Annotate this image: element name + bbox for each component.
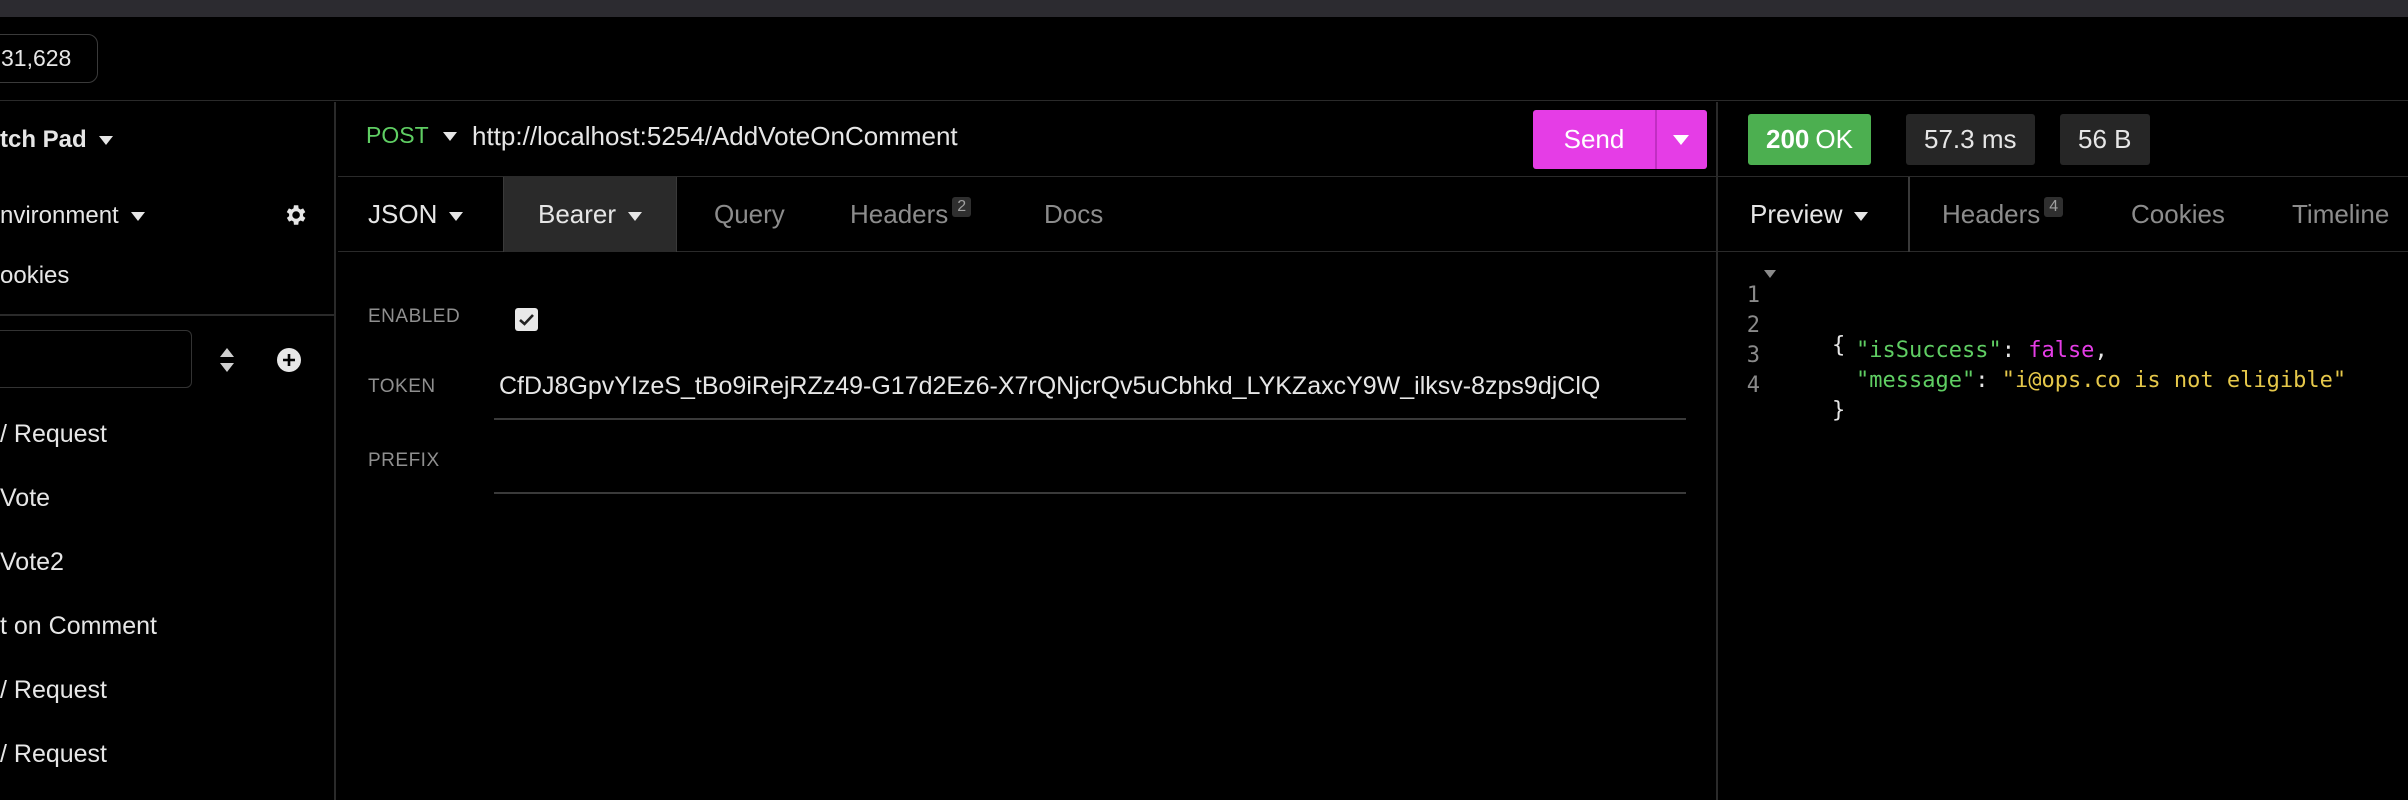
sidebar-divider xyxy=(0,314,334,316)
tab-body-label: JSON xyxy=(368,199,438,229)
tab-query[interactable]: Query xyxy=(714,177,785,252)
environment-selector[interactable]: nvironment xyxy=(0,202,145,230)
sidebar: tch Pad nvironment ookies / Request Vote… xyxy=(0,102,336,800)
headers-count-badge: 2 xyxy=(952,197,972,217)
json-key: "message" xyxy=(1856,368,1976,393)
tab-headers-label: Headers xyxy=(850,199,949,229)
status-badge: 200 OK xyxy=(1748,114,1871,165)
request-url-bar: POST http://localhost:5254/AddVoteOnComm… xyxy=(338,102,1716,177)
enabled-label: ENABLED xyxy=(368,306,461,327)
top-bar: 31,628 xyxy=(0,17,2408,101)
tab-auth-bearer[interactable]: Bearer xyxy=(503,177,678,252)
sidebar-request-item[interactable]: / Request xyxy=(0,676,107,705)
code-text: { xyxy=(1832,333,1846,358)
filter-input[interactable] xyxy=(0,330,192,388)
line-number: 4 xyxy=(1746,373,1760,398)
tab-auth-label: Bearer xyxy=(538,199,617,229)
enabled-checkbox[interactable] xyxy=(515,308,538,331)
response-tabs: Preview Headers 4 Cookies Timeline xyxy=(1718,177,2408,252)
code-line: 4 } xyxy=(1718,348,1846,423)
chevron-down-icon xyxy=(449,211,464,221)
method-selector[interactable]: POST xyxy=(366,122,457,149)
token-input[interactable]: CfDJ8GpvYIzeS_tBo9iRejRZz49-G17d2Ez6-X7r… xyxy=(499,372,1687,401)
send-button-divider xyxy=(1655,110,1657,169)
json-string: "i@ops.co is not eligible" xyxy=(2001,368,2347,393)
chevron-down-icon xyxy=(130,212,145,222)
code-line: 1 { xyxy=(1718,258,1845,358)
prefix-field-underline xyxy=(494,492,1686,494)
gear-icon[interactable] xyxy=(282,202,308,228)
workspace-name: tch Pad xyxy=(0,126,87,153)
sort-icon[interactable] xyxy=(218,346,236,374)
request-tabs: JSON Bearer Query Headers 2 Docs xyxy=(338,177,1716,252)
tab-response-headers-label: Headers xyxy=(1942,199,2041,229)
response-time-badge: 57.3 ms xyxy=(1906,114,2035,165)
url-input[interactable]: http://localhost:5254/AddVoteOnComment xyxy=(472,121,958,152)
json-boolean: false xyxy=(2028,338,2095,363)
prefix-input[interactable] xyxy=(499,446,1687,486)
cookies-link[interactable]: ookies xyxy=(0,262,69,290)
tab-preview[interactable]: Preview xyxy=(1750,177,1869,252)
prefix-label: PREFIX xyxy=(368,450,440,471)
workspace-selector[interactable]: tch Pad xyxy=(0,126,113,154)
token-field-underline xyxy=(494,418,1686,420)
tab-response-headers[interactable]: Headers 4 xyxy=(1942,177,2064,252)
json-key: "isSuccess" xyxy=(1856,338,2002,363)
checkmark-icon xyxy=(519,314,534,326)
tab-headers[interactable]: Headers 2 xyxy=(850,177,972,252)
send-options-chevron-icon[interactable] xyxy=(1673,135,1689,145)
json-comma: , xyxy=(2094,338,2108,363)
send-button[interactable]: Send xyxy=(1533,110,1655,169)
json-separator: : xyxy=(2001,338,2029,363)
tab-timeline[interactable]: Timeline xyxy=(2292,177,2389,252)
tab-body-json[interactable]: JSON xyxy=(368,177,464,252)
tab-separator xyxy=(1908,177,1910,252)
tab-preview-label: Preview xyxy=(1750,199,1843,229)
chevron-down-icon xyxy=(442,132,457,142)
status-text: OK xyxy=(1815,124,1853,154)
json-separator: : xyxy=(1975,368,2002,393)
status-code: 200 xyxy=(1766,124,1810,154)
sidebar-request-item[interactable]: / Request xyxy=(0,740,107,769)
send-button-group: Send xyxy=(1533,110,1707,169)
tab-cookies[interactable]: Cookies xyxy=(2131,177,2225,252)
code-line: 2 "isSuccess": false, xyxy=(1718,288,2108,363)
sidebar-request-item[interactable]: / Request xyxy=(0,420,107,449)
response-size-badge: 56 B xyxy=(2060,114,2150,165)
sidebar-request-item[interactable]: Vote2 xyxy=(0,548,64,577)
code-line: 3 "message": "i@ops.co is not eligible" xyxy=(1718,318,2346,393)
environment-label: nvironment xyxy=(0,202,119,229)
chevron-down-icon xyxy=(1854,211,1869,221)
star-count-pill[interactable]: 31,628 xyxy=(0,34,99,83)
method-label: POST xyxy=(366,122,429,148)
token-label: TOKEN xyxy=(368,376,436,397)
add-icon[interactable] xyxy=(276,347,302,373)
response-status-bar: 200 OK 57.3 ms 56 B xyxy=(1718,102,2408,177)
chevron-down-icon xyxy=(628,211,643,221)
response-headers-count-badge: 4 xyxy=(2044,197,2064,217)
fold-chevron-icon[interactable] xyxy=(1764,270,1776,278)
window-titlebar xyxy=(0,0,2408,17)
sidebar-request-item[interactable]: t on Comment xyxy=(0,612,157,641)
sidebar-request-item[interactable]: Vote xyxy=(0,484,50,513)
chevron-down-icon xyxy=(98,136,113,146)
tab-docs[interactable]: Docs xyxy=(1044,177,1103,252)
code-text: } xyxy=(1832,398,1846,423)
